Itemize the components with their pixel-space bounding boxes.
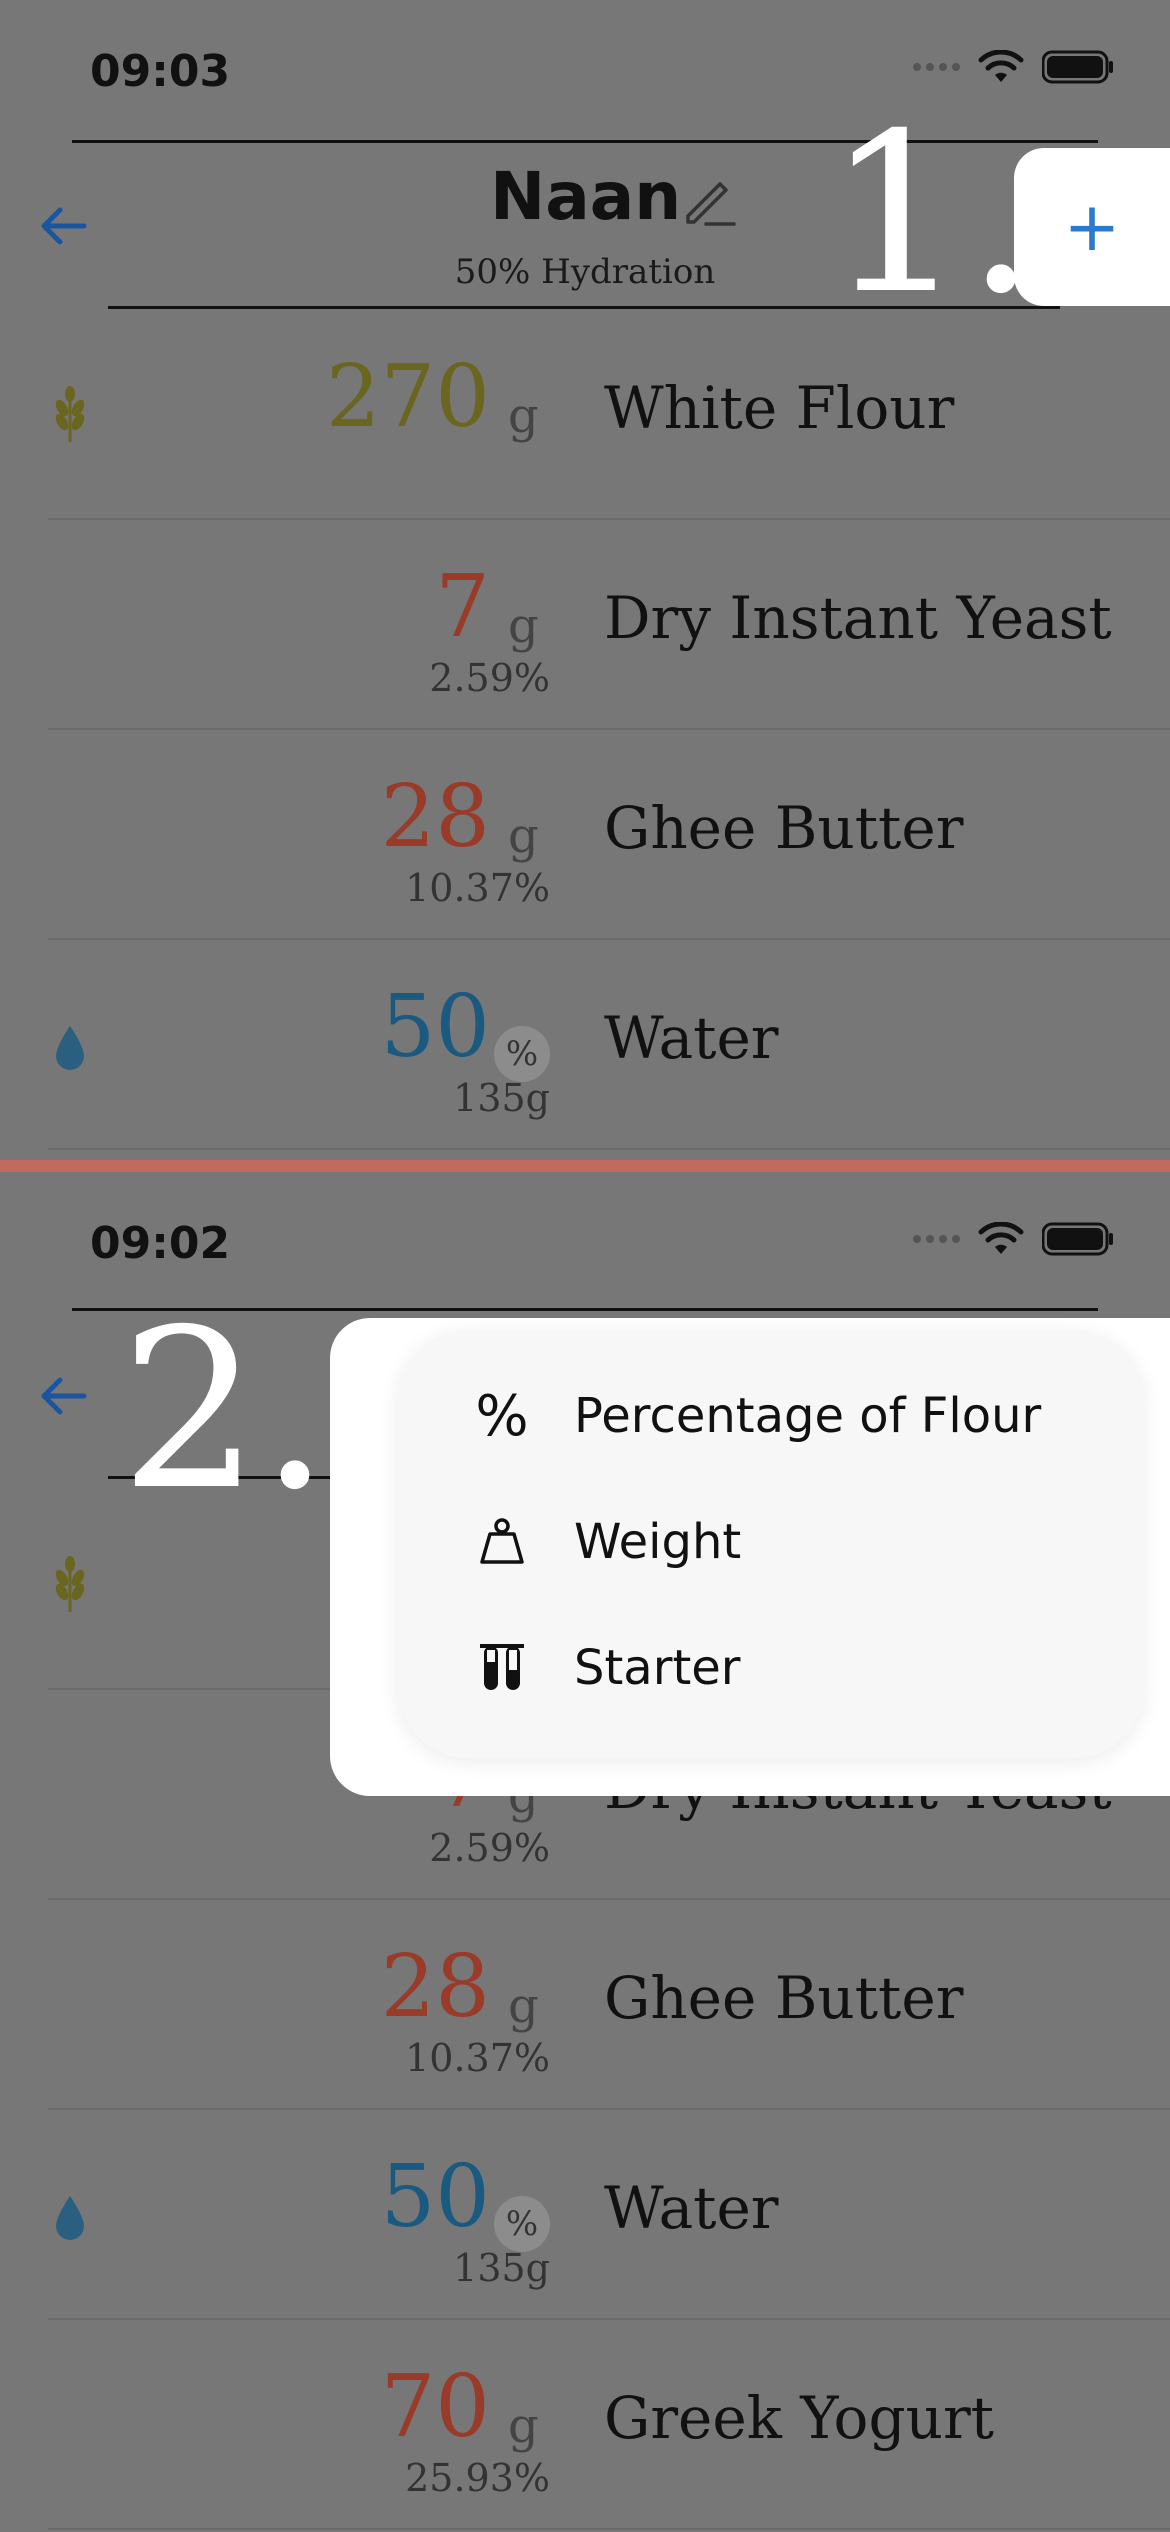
unit-label: g — [508, 388, 539, 444]
ingredient-amount[interactable]: 270 — [326, 354, 490, 440]
signal-icon — [913, 63, 960, 71]
menu-item-starter[interactable]: Starter — [470, 1628, 741, 1708]
unit-label: g — [508, 598, 539, 654]
scale-icon — [470, 1514, 534, 1570]
unit-label: g — [508, 1978, 539, 2034]
ingredient-amount[interactable]: 28 — [381, 1944, 490, 2030]
ingredient-amount[interactable]: 28 — [381, 774, 490, 860]
battery-icon — [1042, 50, 1113, 84]
ingredient-row-white-flour[interactable]: 270 g White Flour — [0, 310, 1170, 520]
recipe-title[interactable]: Naan — [490, 158, 681, 235]
menu-item-label: Starter — [574, 1640, 741, 1696]
baker-percentage: 2.59% — [429, 656, 550, 700]
menu-item-weight[interactable]: Weight — [470, 1502, 741, 1582]
step-number-1: 1. — [826, 86, 1036, 342]
baker-percentage: 10.37% — [405, 2036, 550, 2080]
status-time: 09:03 — [90, 46, 231, 97]
wifi-icon — [978, 50, 1024, 82]
status-icons — [913, 50, 1114, 84]
menu-item-label: Weight — [574, 1514, 742, 1570]
screenshot-divider — [0, 1160, 1170, 1172]
percent-icon: % — [475, 1383, 529, 1449]
status-icons — [913, 1222, 1114, 1256]
ingredient-row-dry-instant-yeast[interactable]: 7 g 2.59% Dry Instant Yeast — [0, 520, 1170, 730]
signal-icon — [913, 1235, 960, 1243]
ingredient-name[interactable]: Water — [604, 1004, 779, 1072]
menu-item-label: Percentage of Flour — [574, 1388, 1042, 1444]
weight-grams: 135g — [453, 1076, 550, 1120]
ingredient-row-water[interactable]: 50 % 135g Water — [0, 940, 1170, 1150]
baker-percentage: 25.93% — [405, 2456, 550, 2500]
water-drop-icon — [56, 2196, 84, 2240]
weight-grams: 135g — [453, 2246, 550, 2290]
back-arrow-icon[interactable] — [34, 1366, 94, 1426]
ingredient-name[interactable]: Greek Yogurt — [604, 2384, 994, 2452]
ingredient-name[interactable]: Ghee Butter — [604, 1964, 963, 2032]
row-divider — [48, 1148, 1170, 1150]
ingredient-name[interactable]: White Flour — [604, 374, 954, 442]
status-time: 09:02 — [90, 1218, 231, 1269]
plus-icon: + — [1063, 187, 1121, 267]
row-divider — [48, 2528, 1170, 2530]
water-drop-icon — [56, 1026, 84, 1070]
ingredient-name[interactable]: Dry Instant Yeast — [604, 584, 1112, 652]
ingredient-row-greek-yogurt[interactable]: 70 g 25.93% Greek Yogurt — [0, 2320, 1170, 2530]
baker-percentage: 10.37% — [405, 866, 550, 910]
battery-icon — [1042, 1222, 1113, 1256]
ingredient-name[interactable]: Water — [604, 2174, 779, 2242]
menu-item-percentage-of-flour[interactable]: % Percentage of Flour — [470, 1376, 1041, 1456]
edit-pencil-icon[interactable] — [680, 172, 740, 232]
percent-unit-badge[interactable]: % — [494, 1026, 550, 1082]
ingredient-row-ghee-butter[interactable]: 28 g 10.37% Ghee Butter — [0, 730, 1170, 940]
wheat-icon — [55, 386, 85, 442]
wheat-icon — [55, 1556, 85, 1612]
wifi-icon — [978, 1222, 1024, 1254]
percent-unit-badge[interactable]: % — [494, 2196, 550, 2252]
unit-label: g — [508, 2398, 539, 2454]
ingredient-row-water[interactable]: 50 % 135g Water — [0, 2110, 1170, 2320]
ingredient-amount[interactable]: 7 — [435, 564, 490, 650]
test-tubes-icon — [470, 1640, 534, 1696]
ingredient-amount[interactable]: 50 — [381, 984, 490, 1070]
screenshot-step-1: 09:03 Naan 50% Hydration 1. + 270 g Whit… — [0, 0, 1170, 1160]
add-ingredient-button[interactable]: + — [1014, 148, 1170, 306]
ingredient-amount[interactable]: 50 — [381, 2154, 490, 2240]
back-arrow-icon[interactable] — [34, 196, 94, 256]
ingredient-row-ghee-butter[interactable]: 28 g 10.37% Ghee Butter — [0, 1900, 1170, 2110]
baker-percentage: 2.59% — [429, 1826, 550, 1870]
ingredient-amount[interactable]: 70 — [381, 2364, 490, 2450]
ingredient-name[interactable]: Ghee Butter — [604, 794, 963, 862]
unit-label: g — [508, 808, 539, 864]
